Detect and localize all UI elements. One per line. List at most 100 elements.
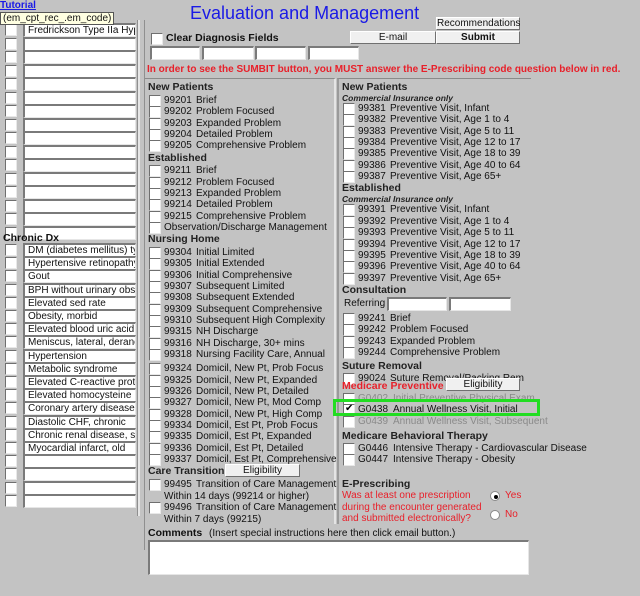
submit-button[interactable]: Submit: [436, 31, 520, 44]
recommendations-button[interactable]: Recommendations: [436, 17, 520, 30]
code-checkbox[interactable]: [343, 227, 355, 240]
code-checkbox[interactable]: [149, 95, 161, 107]
dx-checkbox[interactable]: [5, 159, 17, 171]
code-checkbox[interactable]: [343, 148, 355, 161]
code-checkbox[interactable]: [343, 346, 355, 359]
code-checkbox[interactable]: [343, 249, 355, 262]
dx-checkbox[interactable]: [5, 213, 17, 225]
chronic-dx-checkbox[interactable]: [5, 257, 17, 270]
code-checkbox[interactable]: [343, 335, 355, 348]
chronic-dx-checkbox[interactable]: [5, 442, 17, 454]
code-checkbox[interactable]: [343, 261, 355, 274]
code-checkbox[interactable]: [343, 443, 355, 455]
code-checkbox[interactable]: [149, 349, 161, 361]
chronic-dx-field[interactable]: DM (diabetes mellitus) typ: [23, 243, 136, 257]
chronic-dx-checkbox[interactable]: [5, 389, 17, 402]
chronic-dx-checkbox[interactable]: [5, 415, 17, 428]
code-checkbox[interactable]: [149, 326, 161, 339]
referring-field-1[interactable]: [387, 296, 447, 311]
code-checkbox[interactable]: [343, 454, 355, 467]
dx-field[interactable]: [23, 185, 136, 199]
care-transition-eligibility-button[interactable]: Eligibility: [225, 464, 300, 477]
dx-checkbox[interactable]: [5, 105, 17, 117]
code-checkbox[interactable]: [149, 187, 161, 200]
chronic-dx-field[interactable]: Chronic renal disease, st: [23, 427, 136, 442]
dx-checkbox[interactable]: [5, 145, 17, 158]
code-checkbox[interactable]: [149, 129, 161, 142]
code-checkbox[interactable]: [343, 137, 355, 150]
code-checkbox[interactable]: [149, 117, 161, 130]
code-checkbox[interactable]: [149, 374, 161, 387]
code-checkbox[interactable]: [149, 258, 161, 271]
chronic-dx-field[interactable]: Elevated blood uric acid l: [23, 322, 136, 337]
chronic-dx-field[interactable]: Gout: [23, 269, 136, 284]
chronic-dx-checkbox[interactable]: [5, 244, 17, 256]
code-checkbox[interactable]: [343, 103, 355, 115]
chronic-dx-checkbox[interactable]: [5, 296, 17, 309]
code-checkbox[interactable]: [149, 501, 161, 514]
chronic-dx-field[interactable]: Hypertensive retinopathy: [23, 256, 136, 271]
referring-field-2[interactable]: [449, 296, 511, 311]
dx-checkbox[interactable]: [5, 51, 17, 63]
code-checkbox[interactable]: [149, 199, 161, 212]
chronic-dx-field[interactable]: Coronary artery disease: [23, 401, 136, 416]
dx-checkbox[interactable]: [5, 172, 17, 185]
dx-field[interactable]: Fredrickson Type IIa Hyp: [23, 23, 136, 37]
code-checkbox[interactable]: [343, 272, 355, 285]
dx-field[interactable]: [23, 212, 136, 226]
code-checkbox[interactable]: [343, 114, 355, 127]
code-checkbox[interactable]: [149, 140, 161, 153]
code-checkbox[interactable]: [149, 280, 161, 293]
chronic-dx-field[interactable]: Elevated sed rate: [23, 295, 136, 310]
chronic-dx-field[interactable]: Myocardial infarct, old: [23, 441, 136, 455]
chronic-dx-field[interactable]: Diastolic CHF, chronic: [23, 414, 136, 429]
chronic-dx-field[interactable]: [23, 454, 136, 469]
code-checkbox[interactable]: [149, 442, 161, 455]
diagnosis-field-1[interactable]: [150, 46, 200, 60]
dx-field[interactable]: [23, 158, 136, 172]
code-checkbox[interactable]: [343, 159, 355, 172]
code-checkbox[interactable]: [149, 337, 161, 350]
code-checkbox[interactable]: [149, 246, 161, 259]
chronic-dx-checkbox[interactable]: [5, 494, 17, 507]
chronic-dx-checkbox[interactable]: [5, 402, 17, 415]
eprescribing-radio-no[interactable]: [490, 510, 500, 520]
eprescribing-radio-yes[interactable]: [490, 491, 500, 501]
chronic-dx-checkbox[interactable]: [5, 336, 17, 349]
code-checkbox[interactable]: [149, 222, 161, 234]
code-checkbox[interactable]: [149, 363, 161, 376]
code-checkbox[interactable]: [343, 171, 355, 184]
code-checkbox[interactable]: [149, 420, 161, 433]
dx-checkbox[interactable]: [5, 186, 17, 198]
dx-checkbox[interactable]: [5, 64, 17, 77]
chronic-dx-checkbox[interactable]: [5, 310, 17, 322]
chronic-dx-field[interactable]: [23, 467, 136, 482]
code-checkbox[interactable]: [343, 215, 355, 228]
dx-field[interactable]: [23, 36, 136, 51]
dx-checkbox[interactable]: [5, 91, 17, 104]
dx-field[interactable]: [23, 50, 136, 64]
chronic-dx-checkbox[interactable]: [5, 283, 17, 296]
medicare-eligibility-button[interactable]: Eligibility: [446, 378, 520, 391]
code-checkbox[interactable]: [149, 165, 161, 178]
code-checkbox[interactable]: [149, 314, 161, 327]
dx-checkbox[interactable]: [5, 132, 17, 144]
chronic-dx-field[interactable]: Elevated C-reactive prote: [23, 375, 136, 389]
chronic-dx-field[interactable]: Meniscus, lateral, deranc: [23, 335, 136, 350]
chronic-dx-field[interactable]: Obesity, morbid: [23, 309, 136, 323]
chronic-dx-checkbox[interactable]: [5, 455, 17, 468]
chronic-dx-checkbox[interactable]: [5, 270, 17, 283]
code-checkbox[interactable]: [343, 415, 355, 428]
dx-field[interactable]: [23, 198, 136, 213]
code-checkbox[interactable]: [343, 125, 355, 138]
chronic-dx-field[interactable]: [23, 493, 136, 508]
code-checkbox[interactable]: [149, 269, 161, 282]
code-checkbox[interactable]: [149, 431, 161, 444]
tutorial-link[interactable]: Tutorial: [0, 0, 36, 11]
dx-checkbox[interactable]: [5, 199, 17, 212]
code-checkbox[interactable]: [149, 386, 161, 399]
code-checkbox[interactable]: [149, 176, 161, 189]
code-checkbox[interactable]: [149, 210, 161, 223]
chronic-dx-checkbox[interactable]: [5, 349, 17, 362]
chronic-dx-field[interactable]: [23, 480, 136, 495]
